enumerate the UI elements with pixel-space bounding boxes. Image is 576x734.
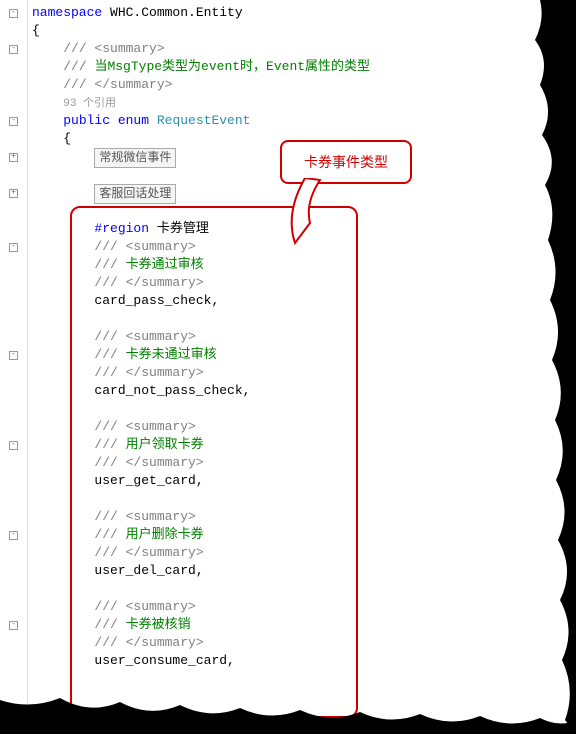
enum-member: user_del_card, <box>94 563 203 578</box>
fold-icon[interactable]: + <box>9 189 18 198</box>
gutter: - - - + + - - - - - <box>0 0 28 734</box>
doc-comment: /// <summary> <box>94 239 195 254</box>
doc-comment: /// </summary> <box>63 77 172 92</box>
doc-prefix: /// <box>94 347 125 362</box>
fold-icon[interactable]: - <box>9 45 18 54</box>
fold-icon[interactable]: + <box>9 153 18 162</box>
doc-comment: /// <summary> <box>94 599 195 614</box>
keyword: public <box>63 113 110 128</box>
doc-comment: /// <summary> <box>94 509 195 524</box>
doc-comment: /// </summary> <box>94 455 203 470</box>
fold-icon[interactable]: - <box>9 117 18 126</box>
codelens-refs[interactable]: 93 个引用 <box>63 98 116 110</box>
fold-icon[interactable]: - <box>9 9 18 18</box>
keyword: namespace <box>32 5 102 20</box>
enum-member: card_pass_check, <box>94 293 219 308</box>
code-area[interactable]: namespace WHC.Common.Entity { /// <summa… <box>28 0 576 734</box>
fold-icon[interactable]: - <box>9 531 18 540</box>
region-title: 卡券管理 <box>149 221 209 236</box>
doc-prefix: /// <box>63 59 94 74</box>
doc-comment: /// <summary> <box>94 329 195 344</box>
fold-icon[interactable]: - <box>9 441 18 450</box>
code-editor[interactable]: - - - + + - - - - - <box>0 0 576 734</box>
namespace-name: WHC.Common.Entity <box>102 5 242 20</box>
doc-prefix: /// <box>94 617 125 632</box>
collapsed-region[interactable]: 客服回话处理 <box>94 184 176 204</box>
doc-comment: /// </summary> <box>94 275 203 290</box>
doc-comment: /// </summary> <box>94 365 203 380</box>
doc-text: 当MsgType类型为event时，Event属性的类型 <box>94 59 370 74</box>
doc-comment: /// </summary> <box>94 635 203 650</box>
doc-text: 卡券未通过审核 <box>126 347 217 362</box>
fold-icon[interactable]: - <box>9 621 18 630</box>
collapsed-region[interactable]: 常规微信事件 <box>94 148 176 168</box>
doc-comment: /// </summary> <box>94 545 203 560</box>
doc-comment: /// <summary> <box>94 419 195 434</box>
brace: { <box>32 23 40 38</box>
region-keyword: #region <box>94 221 149 236</box>
fold-icon[interactable]: - <box>9 243 18 252</box>
enum-member: card_not_pass_check, <box>94 383 250 398</box>
enum-member: user_get_card, <box>94 473 203 488</box>
doc-comment: /// <summary> <box>63 41 164 56</box>
doc-prefix: /// <box>94 257 125 272</box>
doc-prefix: /// <box>94 437 125 452</box>
keyword: enum <box>110 113 157 128</box>
type-name: RequestEvent <box>157 113 251 128</box>
enum-member: user_consume_card, <box>94 653 234 668</box>
doc-text: 用户领取卡券 <box>126 437 204 452</box>
doc-text: 卡券通过审核 <box>126 257 204 272</box>
doc-text: 卡券被核销 <box>126 617 191 632</box>
brace: { <box>63 131 71 146</box>
fold-icon[interactable]: - <box>9 351 18 360</box>
doc-text: 用户删除卡券 <box>126 527 204 542</box>
doc-prefix: /// <box>94 527 125 542</box>
